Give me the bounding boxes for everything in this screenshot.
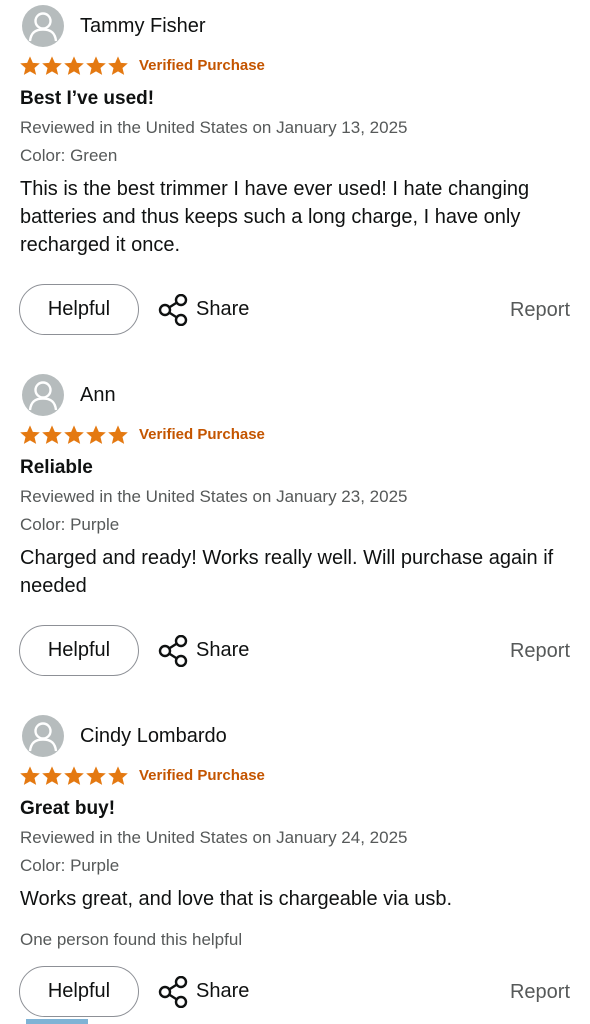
partial-next-element [26, 1019, 88, 1024]
share-button[interactable]: Share [158, 284, 249, 335]
review-author[interactable]: Tammy Fisher [80, 15, 206, 38]
share-label: Share [196, 639, 250, 661]
helpful-button[interactable]: Helpful [19, 284, 139, 335]
share-button[interactable]: Share [158, 966, 249, 1017]
helpful-count-text: One person found this helpful [20, 930, 243, 949]
report-link[interactable]: Report [510, 640, 570, 663]
avatar-icon [22, 5, 64, 47]
star-rating [19, 54, 129, 78]
star-icon [108, 56, 128, 75]
reviews-page: Tammy Fisher Verified Purchase Best I’ve… [0, 0, 590, 1024]
star-icon [86, 425, 106, 444]
avatar-icon [22, 715, 64, 757]
share-icon [158, 293, 188, 326]
share-icon [158, 975, 188, 1008]
review-title: Reliable [20, 457, 93, 478]
star-rating [19, 764, 129, 788]
star-icon [20, 425, 40, 444]
verified-purchase-badge: Verified Purchase [139, 426, 265, 443]
star-icon [64, 425, 84, 444]
review-body: This is the best trimmer I have ever use… [20, 178, 530, 256]
star-icon [42, 56, 62, 75]
share-label: Share [196, 980, 250, 1002]
star-rating [19, 423, 129, 447]
review-title: Best I’ve used! [20, 88, 155, 109]
review-variant[interactable]: Color: Green [20, 146, 117, 166]
star-icon [42, 766, 62, 785]
review-date: Reviewed in the United States on January… [20, 118, 408, 137]
star-icon [64, 766, 84, 785]
report-link[interactable]: Report [510, 981, 570, 1004]
review-date: Reviewed in the United States on January… [20, 828, 408, 847]
report-link[interactable]: Report [510, 299, 570, 322]
share-label: Share [196, 298, 250, 320]
review-variant[interactable]: Color: Purple [20, 515, 119, 535]
star-icon [20, 56, 40, 75]
review-title: Great buy! [20, 798, 116, 819]
review-body: Works great, and love that is chargeable… [20, 888, 453, 910]
review-author[interactable]: Ann [80, 384, 116, 407]
review-author[interactable]: Cindy Lombardo [80, 725, 227, 748]
avatar-icon [22, 374, 64, 416]
verified-purchase-badge: Verified Purchase [139, 57, 265, 74]
star-icon [108, 425, 128, 444]
review-variant[interactable]: Color: Purple [20, 856, 119, 876]
star-icon [64, 56, 84, 75]
review-body: Charged and ready! Works really well. Wi… [20, 547, 554, 597]
star-icon [42, 425, 62, 444]
verified-purchase-badge: Verified Purchase [139, 767, 265, 784]
share-icon [158, 634, 188, 667]
star-icon [20, 766, 40, 785]
helpful-button[interactable]: Helpful [19, 966, 139, 1017]
star-icon [86, 766, 106, 785]
star-icon [108, 766, 128, 785]
helpful-button[interactable]: Helpful [19, 625, 139, 676]
star-icon [86, 56, 106, 75]
review-date: Reviewed in the United States on January… [20, 487, 408, 506]
share-button[interactable]: Share [158, 625, 249, 676]
